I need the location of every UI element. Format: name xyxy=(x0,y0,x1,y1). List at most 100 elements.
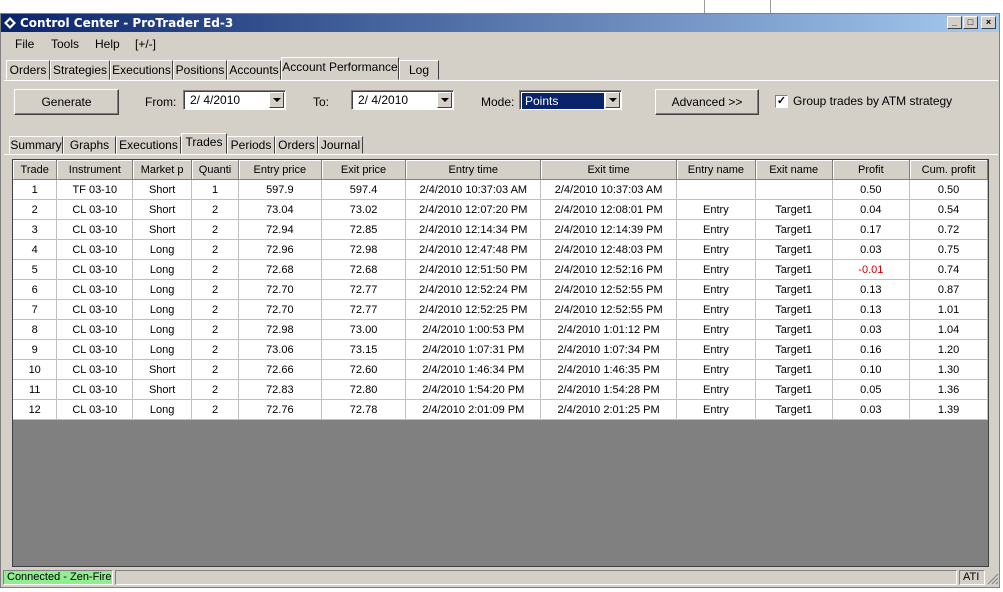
column-header[interactable]: Market p xyxy=(132,160,193,180)
subtab-trades[interactable]: Trades xyxy=(181,133,227,154)
table-cell: CL 03-10 xyxy=(56,379,134,400)
table-cell: Short xyxy=(132,179,193,200)
table-cell: 2/4/2010 1:00:53 PM xyxy=(405,319,542,340)
table-row[interactable]: 8 CL 03-10 Long 2 72.98 73.00 2/4/2010 1:00:53… xyxy=(13,319,988,340)
desktop-divider xyxy=(770,0,771,14)
table-row[interactable]: 12 CL 03-10 Long 2 72.76 72.78 2/4/2010 2:01:0… xyxy=(13,399,988,420)
chevron-down-icon[interactable] xyxy=(269,92,284,108)
table-cell: 1.20 xyxy=(909,339,988,360)
menu-help[interactable]: Help xyxy=(95,37,120,51)
table-cell: 1.39 xyxy=(909,399,988,420)
from-date-picker[interactable]: 2/ 4/2010 xyxy=(183,90,286,110)
to-label: To: xyxy=(313,95,330,109)
tab-positions[interactable]: Positions xyxy=(173,60,227,80)
subtab-orders[interactable]: Orders xyxy=(275,136,318,154)
table-cell: 2/4/2010 1:46:35 PM xyxy=(540,359,677,380)
subtab-summary[interactable]: Summary xyxy=(9,136,63,154)
from-date-value: 2/ 4/2010 xyxy=(190,93,241,107)
table-row[interactable]: 1 TF 03-10 Short 1 597.9 597.4 2/4/2010 10:37:… xyxy=(13,179,988,200)
table-cell: 0.54 xyxy=(909,199,988,220)
minimize-button[interactable]: _ xyxy=(947,16,962,29)
column-header[interactable]: Exit price xyxy=(321,160,407,180)
table-cell: 0.87 xyxy=(909,279,988,300)
table-row[interactable]: 4 CL 03-10 Long 2 72.96 72.98 2/4/2010 12:47:4… xyxy=(13,239,988,260)
mode-value: Points xyxy=(522,93,604,109)
table-cell: 2 xyxy=(191,239,239,260)
generate-button[interactable]: Generate xyxy=(14,89,119,115)
tab-executions[interactable]: Executions xyxy=(110,60,173,80)
table-cell: Entry xyxy=(676,199,756,220)
trades-grid[interactable]: Trade Instrument Market p Quanti Entry price… xyxy=(12,159,989,567)
column-header[interactable]: Instrument xyxy=(56,160,134,180)
column-header[interactable]: Cum. profit xyxy=(909,160,988,180)
table-cell: 2/4/2010 12:14:34 PM xyxy=(405,219,542,240)
advanced-button[interactable]: Advanced >> xyxy=(655,89,759,115)
tab-orders[interactable]: Orders xyxy=(6,60,50,80)
subtab-graphs[interactable]: Graphs xyxy=(63,136,116,154)
table-row[interactable]: 10 CL 03-10 Short 2 72.66 72.60 2/4/2010 1:46:… xyxy=(13,359,988,380)
tab-strategies[interactable]: Strategies xyxy=(50,60,110,80)
tab-log[interactable]: Log xyxy=(399,60,439,80)
to-date-value: 2/ 4/2010 xyxy=(358,93,409,107)
tab-accounts[interactable]: Accounts xyxy=(227,60,281,80)
title-bar[interactable]: Control Center - ProTrader Ed-3 _ □ × xyxy=(1,14,999,32)
column-header[interactable]: Quanti xyxy=(191,160,239,180)
menu-file[interactable]: File xyxy=(15,37,34,51)
table-cell: Short xyxy=(132,199,193,220)
menu-tools[interactable]: Tools xyxy=(51,37,79,51)
column-header[interactable]: Exit name xyxy=(755,160,833,180)
table-row[interactable]: 9 CL 03-10 Long 2 73.06 73.15 2/4/2010 1:07:31… xyxy=(13,339,988,360)
table-row[interactable]: 3 CL 03-10 Short 2 72.94 72.85 2/4/2010 12:14:… xyxy=(13,219,988,240)
table-cell: CL 03-10 xyxy=(56,299,134,320)
mode-select[interactable]: Points xyxy=(519,90,622,110)
table-cell: Entry xyxy=(676,339,756,360)
menu-expand-collapse[interactable]: [+/-] xyxy=(135,37,156,51)
group-trades-checkbox[interactable]: ✓ xyxy=(775,95,788,108)
table-cell: Target1 xyxy=(755,199,833,220)
table-cell: 2/4/2010 10:37:03 AM xyxy=(405,179,542,200)
table-cell: 2/4/2010 10:37:03 AM xyxy=(540,179,677,200)
table-cell: TF 03-10 xyxy=(56,179,134,200)
table-cell: 4 xyxy=(13,239,58,260)
table-row[interactable]: 11 CL 03-10 Short 2 72.83 72.80 2/4/2010 1:54:… xyxy=(13,379,988,400)
table-row[interactable]: 6 CL 03-10 Long 2 72.70 72.77 2/4/2010 12:52:2… xyxy=(13,279,988,300)
connection-status: Connected - Zen-Fire xyxy=(3,570,113,585)
table-cell: Long xyxy=(132,239,193,260)
resize-grip-icon[interactable] xyxy=(987,573,999,585)
column-header[interactable]: Entry price xyxy=(238,160,322,180)
table-cell: 10 xyxy=(13,359,58,380)
table-cell: 12 xyxy=(13,399,58,420)
mode-label: Mode: xyxy=(481,95,515,109)
subtab-periods[interactable]: Periods xyxy=(227,136,275,154)
column-header[interactable]: Entry name xyxy=(676,160,756,180)
table-cell: 1.01 xyxy=(909,299,988,320)
table-cell: CL 03-10 xyxy=(56,359,134,380)
chevron-down-icon[interactable] xyxy=(605,92,620,108)
table-cell: Entry xyxy=(676,279,756,300)
to-date-picker[interactable]: 2/ 4/2010 xyxy=(351,90,454,110)
column-header[interactable]: Profit xyxy=(832,160,911,180)
chevron-down-icon[interactable] xyxy=(437,92,452,108)
table-cell: 2 xyxy=(191,339,239,360)
column-header[interactable]: Trade xyxy=(13,160,58,180)
table-cell: 72.68 xyxy=(238,259,322,280)
column-header[interactable]: Exit time xyxy=(540,160,677,180)
table-cell: Target1 xyxy=(755,239,833,260)
table-cell: 597.9 xyxy=(238,179,322,200)
table-cell: Target1 xyxy=(755,339,833,360)
table-row[interactable]: 2 CL 03-10 Short 2 73.04 73.02 2/4/2010 12:07:… xyxy=(13,199,988,220)
table-row[interactable]: 7 CL 03-10 Long 2 72.70 72.77 2/4/2010 12:52:2… xyxy=(13,299,988,320)
maximize-button[interactable]: □ xyxy=(963,16,978,29)
subtab-executions[interactable]: Executions xyxy=(116,136,181,154)
table-cell: 72.70 xyxy=(238,299,322,320)
table-cell: Long xyxy=(132,279,193,300)
subtab-journal[interactable]: Journal xyxy=(318,136,363,154)
from-label: From: xyxy=(145,95,177,109)
column-header[interactable]: Entry time xyxy=(405,160,542,180)
table-row[interactable]: 5 CL 03-10 Long 2 72.68 72.68 2/4/2010 12:51:5… xyxy=(13,259,988,280)
table-cell: Entry xyxy=(676,259,756,280)
tab-account-performance[interactable]: Account Performance xyxy=(281,57,399,80)
close-button[interactable]: × xyxy=(981,16,996,29)
table-cell: 0.13 xyxy=(832,299,911,320)
table-cell: 1.04 xyxy=(909,319,988,340)
